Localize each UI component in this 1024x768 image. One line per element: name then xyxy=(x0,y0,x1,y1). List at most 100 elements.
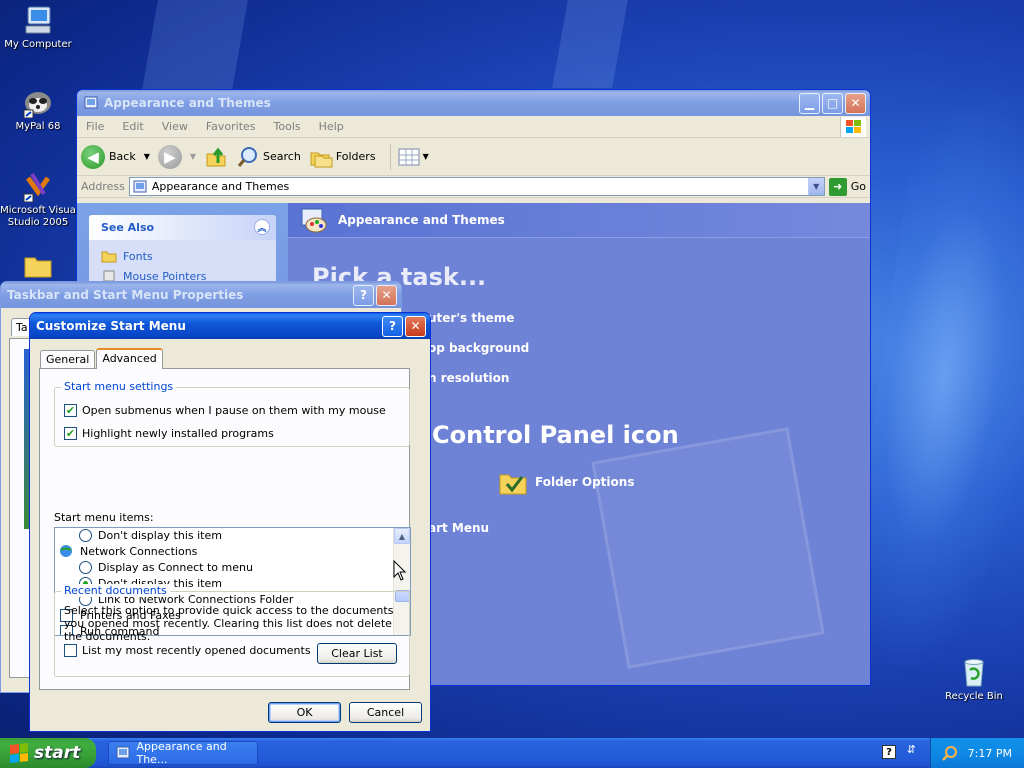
start-menu-items-label: Start menu items: xyxy=(54,511,154,524)
views-button[interactable]: ▼ xyxy=(397,147,429,167)
wallpaper-streak xyxy=(552,0,628,88)
list-item[interactable]: Don't display this item xyxy=(55,528,393,543)
taskbar-item-appearance[interactable]: Appearance and The... xyxy=(108,740,258,766)
network-tray-icon[interactable]: ⇵ xyxy=(907,743,916,756)
address-value: Appearance and Themes xyxy=(151,180,290,193)
close-button[interactable]: ✕ xyxy=(376,284,397,306)
properties-tab-panel xyxy=(9,338,32,678)
chevron-down-icon: ▼ xyxy=(422,152,429,161)
customize-titlebar[interactable]: Customize Start Menu ? ✕ xyxy=(30,313,430,339)
see-also-link-fonts[interactable]: Fonts xyxy=(101,246,264,266)
cancel-button[interactable]: Cancel xyxy=(349,702,422,723)
checkbox-checked-icon: ✔ xyxy=(64,403,77,417)
address-bar: Address Appearance and Themes ▼ ➜ Go xyxy=(77,176,870,198)
category-header: Appearance and Themes xyxy=(288,203,870,238)
search-icon xyxy=(237,146,258,167)
visual-studio-icon xyxy=(22,170,54,203)
clock[interactable]: 7:17 PM xyxy=(968,747,1012,760)
wallpaper-streak xyxy=(142,0,248,90)
tab-advanced[interactable]: Advanced xyxy=(96,348,163,369)
explorer-titlebar[interactable]: Appearance and Themes ▁ □ ✕ xyxy=(77,90,870,116)
minimize-button[interactable]: ▁ xyxy=(799,92,820,114)
folders-button[interactable]: Folders xyxy=(309,145,376,169)
help-button[interactable]: ? xyxy=(353,284,374,306)
recent-documents-group: Recent documents Select this option to p… xyxy=(54,584,410,677)
clear-list-button[interactable]: Clear List xyxy=(317,643,397,664)
desktop-icon-label: My Computer xyxy=(4,39,72,50)
desktop-icon-label: MyPal 68 xyxy=(15,121,61,132)
chevron-down-icon[interactable]: ▼ xyxy=(190,152,196,161)
group-label: Recent documents xyxy=(61,584,170,597)
address-input[interactable]: Appearance and Themes ▼ xyxy=(128,177,825,196)
search-button[interactable]: Search xyxy=(236,145,301,169)
close-button[interactable]: ✕ xyxy=(845,92,866,114)
taskbar-start-menu-link[interactable]: art Menu xyxy=(428,521,489,535)
help-button[interactable]: ? xyxy=(382,315,403,337)
group-label: Start menu settings xyxy=(61,380,177,393)
highlight-programs-checkbox[interactable]: ✔ Highlight newly installed programs xyxy=(64,423,274,443)
window-title: Appearance and Themes xyxy=(104,96,271,110)
appearance-themes-icon xyxy=(84,96,98,109)
pick-control-panel-icon-heading: Control Panel icon xyxy=(432,421,679,449)
search-tray-icon[interactable] xyxy=(941,745,958,761)
taskbar-properties-titlebar[interactable]: Taskbar and Start Menu Properties ? ✕ xyxy=(1,282,401,308)
folder-icon xyxy=(22,250,54,282)
menu-file[interactable]: File xyxy=(77,120,113,133)
collapse-chevron-icon[interactable]: ︽ xyxy=(254,219,270,235)
windows-flag-icon xyxy=(10,743,28,763)
toolbar-divider xyxy=(389,143,391,170)
toolbar: ◀ Back ▼ ▶ ▼ Search Folders ▼ xyxy=(77,138,870,176)
system-tray: 7:17 PM xyxy=(930,738,1024,768)
back-button[interactable]: ◀ Back ▼ xyxy=(81,144,150,169)
forward-button[interactable]: ▶ ▼ xyxy=(157,144,196,169)
see-also-title: See Also xyxy=(101,221,155,234)
menu-edit[interactable]: Edit xyxy=(113,120,152,133)
desktop-icon-label: Microsoft Visua Studio 2005 xyxy=(0,205,76,228)
start-menu-settings-group: Start menu settings ✔ Open submenus when… xyxy=(54,380,410,447)
ok-button[interactable]: OK xyxy=(268,702,341,723)
help-tray-icon[interactable]: ? xyxy=(882,745,896,759)
appearance-themes-icon xyxy=(133,180,147,192)
start-button[interactable]: start xyxy=(0,738,96,768)
network-globe-icon xyxy=(60,545,72,557)
mouse-cursor-icon xyxy=(393,560,407,581)
address-label: Address xyxy=(81,180,125,193)
address-dropdown-icon[interactable]: ▼ xyxy=(807,178,824,195)
see-also-header[interactable]: See Also ︽ xyxy=(89,215,276,240)
list-recent-docs-checkbox[interactable]: List my most recently opened documents xyxy=(64,640,311,660)
list-item[interactable]: Display as Connect to menu xyxy=(55,559,393,575)
menu-help[interactable]: Help xyxy=(310,120,353,133)
menu-tools[interactable]: Tools xyxy=(265,120,310,133)
window-title: Taskbar and Start Menu Properties xyxy=(7,288,244,302)
desktop-icon-recycle-bin[interactable]: Recycle Bin xyxy=(936,656,1012,702)
folders-icon xyxy=(310,152,333,167)
desktop-icon-visual-studio[interactable]: Microsoft Visua Studio 2005 xyxy=(0,170,76,229)
maximize-button[interactable]: □ xyxy=(822,92,843,114)
desktop-icon-my-computer[interactable]: My Computer xyxy=(0,4,76,50)
up-folder-button[interactable] xyxy=(204,145,228,169)
category-title: Appearance and Themes xyxy=(338,213,505,227)
windows-logo-icon xyxy=(840,117,866,137)
task-change-theme[interactable]: uter's theme xyxy=(428,311,514,325)
views-grid-icon xyxy=(398,148,420,165)
go-button[interactable]: ➜ Go xyxy=(828,177,866,196)
watermark-graphic xyxy=(591,427,825,669)
scroll-up-icon[interactable]: ▲ xyxy=(394,528,410,544)
menu-view[interactable]: View xyxy=(153,120,197,133)
checkbox-checked-icon: ✔ xyxy=(64,426,77,440)
folder-options-item[interactable]: Folder Options xyxy=(498,467,634,497)
list-item: Network Connections xyxy=(55,543,393,559)
back-arrow-icon: ◀ xyxy=(81,144,105,169)
task-screen-resolution[interactable]: n resolution xyxy=(428,371,509,385)
task-desktop-background[interactable]: op background xyxy=(428,341,529,355)
menu-favorites[interactable]: Favorites xyxy=(197,120,265,133)
open-submenus-checkbox[interactable]: ✔ Open submenus when I pause on them wit… xyxy=(64,400,386,420)
desktop-icon-mypal[interactable]: MyPal 68 xyxy=(0,86,76,132)
advanced-tab-panel: Start menu settings ✔ Open submenus when… xyxy=(39,368,411,690)
close-button[interactable]: ✕ xyxy=(405,315,426,337)
customize-start-menu-dialog[interactable]: Customize Start Menu ? ✕ General Advance… xyxy=(29,312,431,732)
chevron-down-icon[interactable]: ▼ xyxy=(144,152,150,161)
mypal-raccoon-icon xyxy=(22,86,54,119)
desktop-icon-folder[interactable] xyxy=(0,250,76,285)
tab-general[interactable]: General xyxy=(40,350,96,369)
